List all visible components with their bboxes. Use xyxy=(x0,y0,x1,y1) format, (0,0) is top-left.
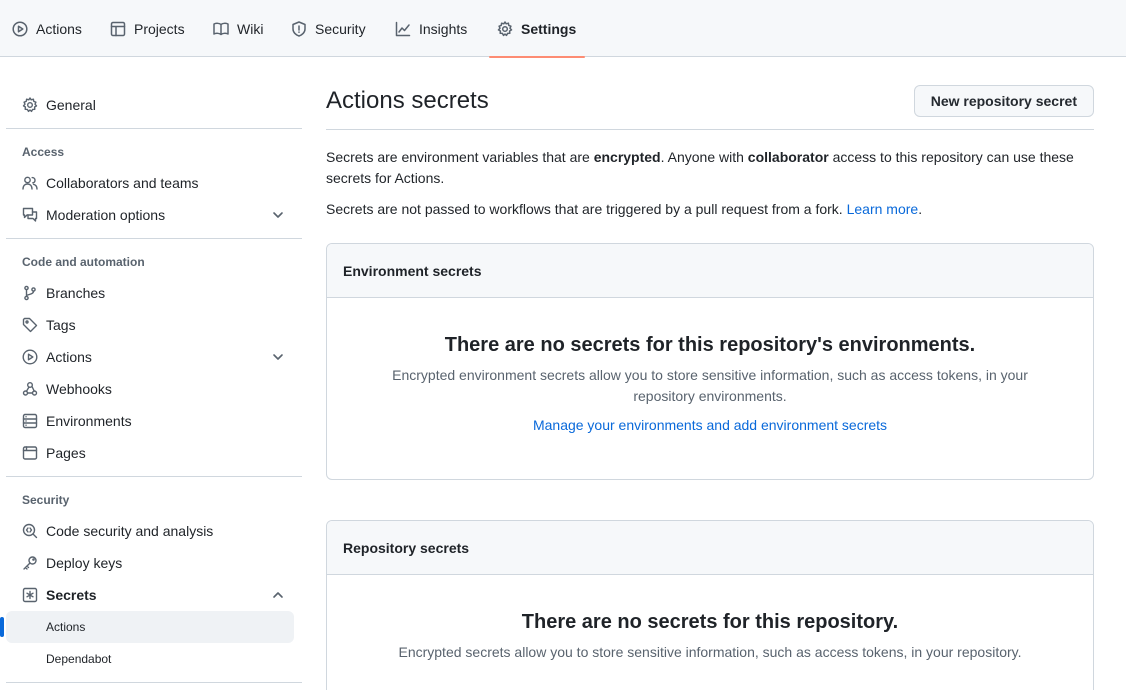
repository-secrets-box: Repository secrets There are no secrets … xyxy=(326,520,1094,690)
sidebar-subitem-label: Actions xyxy=(46,620,86,634)
asterisk-square-icon xyxy=(22,587,38,603)
play-icon xyxy=(12,20,28,37)
people-icon xyxy=(22,176,38,190)
tab-label: Settings xyxy=(521,20,577,37)
tab-label: Actions xyxy=(36,20,82,37)
sidebar-item-label: Collaborators and teams xyxy=(46,175,199,191)
sidebar-item-collaborators[interactable]: Collaborators and teams xyxy=(6,167,294,199)
chevron-down-icon[interactable] xyxy=(272,351,284,363)
intro-text: Secrets are environment variables that a… xyxy=(326,149,1074,186)
git-branch-icon xyxy=(24,285,36,301)
chevron-down-icon[interactable] xyxy=(272,209,284,221)
sidebar-item-label: Deploy keys xyxy=(46,555,123,571)
sidebar-item-environments[interactable]: Environments xyxy=(6,405,294,437)
tab-label: Wiki xyxy=(237,20,264,37)
fork-note-text: Secrets are not passed to workflows that… xyxy=(326,201,923,217)
sidebar-item-label: Tags xyxy=(46,317,76,333)
sidebar-divider xyxy=(6,128,302,129)
sidebar-item-label: Moderation options xyxy=(46,207,166,223)
sidebar-divider xyxy=(6,476,302,477)
key-icon xyxy=(23,556,37,570)
environment-secrets-header: Environment secrets xyxy=(327,244,1093,298)
sidebar-heading-code: Code and automation xyxy=(22,255,145,269)
server-icon xyxy=(22,413,38,429)
play-icon xyxy=(22,349,38,365)
webhook-icon xyxy=(22,382,38,396)
sidebar-item-pages[interactable]: Pages xyxy=(6,437,294,469)
sidebar-item-code-security[interactable]: Code security and analysis xyxy=(6,515,294,547)
sidebar-item-deploy-keys[interactable]: Deploy keys xyxy=(6,547,294,579)
sidebar-item-webhooks[interactable]: Webhooks xyxy=(6,373,294,405)
sidebar-item-moderation[interactable]: Moderation options xyxy=(6,199,294,231)
learn-more-link[interactable]: Learn more xyxy=(847,201,919,217)
sidebar-item-label: Secrets xyxy=(46,587,97,603)
sidebar-item-secrets[interactable]: Secrets xyxy=(6,579,294,611)
repository-secrets-blank-title: There are no secrets for this repository… xyxy=(521,611,899,633)
tag-icon xyxy=(22,317,38,333)
sidebar-item-label: Actions xyxy=(46,349,92,365)
repo-tab-nav: Actions Projects Wiki Security Insights … xyxy=(0,0,1126,58)
sidebar-item-label: Webhooks xyxy=(46,381,112,397)
sidebar-heading-access: Access xyxy=(22,145,65,159)
tab-security[interactable]: Security xyxy=(283,0,374,57)
repository-secrets-header: Repository secrets xyxy=(327,521,1093,575)
page-title: Actions secrets xyxy=(326,87,489,114)
tab-insights[interactable]: Insights xyxy=(387,0,475,57)
shield-icon xyxy=(292,20,306,37)
sidebar-item-label: Code security and analysis xyxy=(46,523,214,539)
sidebar-item-actions[interactable]: Actions xyxy=(6,341,294,373)
new-repository-secret-button[interactable]: New repository secret xyxy=(913,85,1094,117)
settings-sidebar: General Access Collaborators and teams M… xyxy=(0,57,302,690)
main-content: Actions secrets New repository secret Se… xyxy=(326,57,1094,690)
tab-label: Insights xyxy=(419,20,468,37)
tab-label: Security xyxy=(315,20,366,37)
manage-environments-link[interactable]: Manage your environments and add environ… xyxy=(533,417,887,433)
tab-projects[interactable]: Projects xyxy=(102,0,193,57)
codescan-icon xyxy=(22,523,38,539)
book-icon xyxy=(213,22,229,35)
gear-icon xyxy=(22,97,38,113)
sidebar-item-label: Environments xyxy=(46,413,132,429)
sidebar-subitem-actions[interactable]: Actions xyxy=(0,611,294,643)
environment-secrets-box: Environment secrets There are no secrets… xyxy=(326,243,1094,480)
table-icon xyxy=(110,21,126,36)
gear-icon xyxy=(497,20,513,36)
tab-settings[interactable]: Settings xyxy=(489,0,585,58)
graph-icon xyxy=(395,21,411,36)
sidebar-item-general[interactable]: General xyxy=(6,89,294,121)
tab-wiki[interactable]: Wiki xyxy=(205,0,271,57)
sidebar-item-label: General xyxy=(46,97,96,113)
sidebar-heading-security: Security xyxy=(22,493,70,507)
header-divider xyxy=(326,129,1094,130)
repository-secrets-blank-text: Encrypted secrets allow you to store sen… xyxy=(398,644,1022,660)
sidebar-item-branches[interactable]: Branches xyxy=(6,277,294,309)
sidebar-subitem-label: Dependabot xyxy=(46,652,112,666)
tab-label: Projects xyxy=(134,20,185,37)
sidebar-divider xyxy=(6,238,302,239)
environment-secrets-blank-title: There are no secrets for this repository… xyxy=(444,334,976,356)
chevron-up-icon[interactable] xyxy=(272,589,284,601)
sidebar-subitem-dependabot[interactable]: Dependabot xyxy=(6,643,294,675)
sidebar-item-label: Branches xyxy=(46,285,106,301)
comment-discussion-icon xyxy=(22,207,38,222)
tab-actions[interactable]: Actions xyxy=(4,0,90,57)
environment-secrets-blank-text: Encrypted environment secrets allow you … xyxy=(392,367,1028,404)
sidebar-item-label: Pages xyxy=(46,445,86,461)
sidebar-item-tags[interactable]: Tags xyxy=(6,309,294,341)
browser-icon xyxy=(22,446,38,460)
sidebar-divider xyxy=(6,682,302,683)
